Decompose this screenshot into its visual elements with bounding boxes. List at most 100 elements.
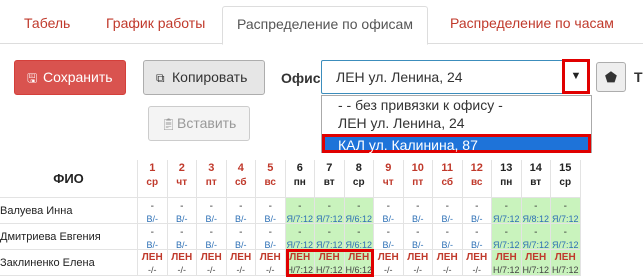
office-select-arrow[interactable]: ▼ — [562, 59, 590, 94]
schedule-cell[interactable]: ЛЕН Н/6:12 — [344, 250, 374, 276]
schedule-cell[interactable]: - В/- — [138, 224, 168, 250]
schedule-cell[interactable]: - В/- — [433, 198, 463, 224]
schedule-cell[interactable]: ЛЕН Н/7:12 — [492, 250, 522, 276]
cell-schedule: -/- — [207, 265, 216, 275]
day-number: 10 — [411, 162, 424, 174]
schedule-cell[interactable]: - В/- — [167, 224, 197, 250]
office-select[interactable]: ЛЕН ул. Ленина, 24 — [321, 60, 590, 94]
schedule-cell[interactable]: - В/- — [374, 198, 404, 224]
schedule-cell[interactable]: ЛЕН -/- — [256, 250, 286, 276]
day-number: 1 — [149, 162, 156, 174]
cell-schedule: Я/6:12 — [345, 240, 373, 250]
schedule-cell[interactable]: - Я/8:12 — [521, 198, 551, 224]
day-of-week: ср — [352, 177, 365, 188]
day-column-header: 2 чт — [167, 160, 197, 198]
cell-office: - — [239, 227, 243, 238]
schedule-cell[interactable]: - В/- — [403, 198, 433, 224]
schedule-cell[interactable]: - В/- — [256, 198, 286, 224]
day-number: 8 — [355, 162, 362, 174]
schedule-cell[interactable]: - Я/7:12 — [315, 198, 345, 224]
cell-office: - — [357, 227, 361, 238]
schedule-cell[interactable]: - В/- — [197, 224, 227, 250]
day-of-week: сб — [234, 177, 247, 188]
schedule-cell[interactable]: - Я/7:12 — [551, 198, 581, 224]
tab-bar: Табель График работы Распределение по оф… — [0, 0, 643, 45]
day-number: 14 — [529, 162, 542, 174]
schedule-cell[interactable]: ЛЕН Н/7:12 — [521, 250, 551, 276]
cell-office: ЛЕН — [348, 252, 370, 263]
schedule-cell[interactable]: - В/- — [433, 224, 463, 250]
cell-schedule: -/- — [472, 265, 482, 275]
cell-schedule: Н/6:12 — [345, 265, 373, 275]
schedule-cell[interactable]: - В/- — [167, 198, 197, 224]
cell-schedule: Я/7:12 — [551, 240, 579, 250]
schedule-cell[interactable]: ЛЕН -/- — [433, 250, 463, 276]
floppy-disk-icon: 🖫 — [27, 71, 38, 85]
day-of-week: пн — [293, 177, 306, 188]
schedule-cell[interactable]: - В/- — [256, 224, 286, 250]
cell-office: ЛЕН — [230, 252, 252, 263]
schedule-cell[interactable]: - В/- — [462, 224, 492, 250]
schedule-cell[interactable]: - В/- — [197, 198, 227, 224]
tab-hours-distribution[interactable]: Распределение по часам — [436, 6, 628, 44]
cell-schedule: В/- — [205, 240, 217, 250]
clear-office-button[interactable]: ⬟ — [596, 62, 626, 92]
schedule-cell[interactable]: - Я/7:12 — [285, 198, 315, 224]
schedule-cell[interactable]: ЛЕН -/- — [167, 250, 197, 276]
schedule-cell[interactable]: - В/- — [226, 198, 256, 224]
cell-office: ЛЕН — [377, 252, 399, 263]
tab-office-distribution[interactable]: Распределение по офисам — [222, 6, 428, 45]
cell-office: - — [180, 227, 184, 238]
day-of-week: вс — [471, 177, 483, 188]
office-option-len[interactable]: ЛЕН ул. Ленина, 24 — [322, 115, 591, 132]
schedule-cell[interactable]: - Я/7:12 — [492, 224, 522, 250]
schedule-cell[interactable]: ЛЕН Н/7:12 — [551, 250, 581, 276]
save-button[interactable]: 🖫 Сохранить — [14, 60, 126, 95]
cell-schedule: В/- — [411, 214, 424, 224]
tab-work-schedule[interactable]: График работы — [92, 6, 219, 44]
office-option-none[interactable]: - - без привязки к офису - — [322, 97, 591, 114]
cell-schedule: Я/7:12 — [286, 214, 314, 224]
day-number: 15 — [559, 162, 572, 174]
schedule-cell[interactable]: - В/- — [403, 224, 433, 250]
schedule-cell[interactable]: ЛЕН Н/7:12 — [285, 250, 315, 276]
schedule-cell[interactable]: ЛЕН -/- — [462, 250, 492, 276]
day-number: 6 — [296, 162, 303, 174]
cell-office: - — [268, 201, 272, 212]
schedule-cell[interactable]: ЛЕН -/- — [197, 250, 227, 276]
schedule-cell[interactable]: - Я/6:12 — [344, 224, 374, 250]
cell-schedule: Я/6:12 — [345, 214, 373, 224]
schedule-cell[interactable]: - Я/7:12 — [521, 224, 551, 250]
schedule-cell[interactable]: - В/- — [374, 224, 404, 250]
paste-button[interactable]: 📋︎Вставить — [148, 106, 250, 141]
schedule-cell[interactable]: - Я/6:12 — [344, 198, 374, 224]
day-of-week: ср — [559, 177, 572, 188]
cell-office: - — [534, 201, 538, 212]
schedule-cell[interactable]: ЛЕН -/- — [374, 250, 404, 276]
copy-button[interactable]: ⧉ Копировать — [143, 60, 265, 95]
office-dropdown-list: - - без привязки к офису - ЛЕН ул. Ленин… — [321, 95, 592, 153]
schedule-cell[interactable]: - В/- — [462, 198, 492, 224]
schedule-cell[interactable]: ЛЕН -/- — [226, 250, 256, 276]
cell-schedule: В/- — [441, 214, 453, 224]
cell-schedule: Я/7:12 — [315, 240, 343, 250]
day-of-week: вт — [323, 177, 335, 188]
schedule-cell[interactable]: ЛЕН Н/7:12 — [315, 250, 345, 276]
office-option-kal[interactable]: КАЛ ул. Калинина, 87 — [322, 134, 591, 153]
cell-schedule: Н/7:12 — [492, 265, 520, 275]
schedule-cell[interactable]: - В/- — [138, 198, 168, 224]
schedule-cell[interactable]: - Я/7:12 — [551, 224, 581, 250]
day-of-week: чт — [382, 177, 394, 188]
schedule-cell[interactable]: - В/- — [226, 224, 256, 250]
cell-schedule: В/- — [470, 214, 483, 224]
schedule-cell[interactable]: ЛЕН -/- — [138, 250, 168, 276]
copy-button-label: Копировать — [172, 69, 248, 85]
employee-name: Дмитриева Евгения — [0, 224, 138, 250]
schedule-cell[interactable]: ЛЕН -/- — [403, 250, 433, 276]
cell-schedule: -/- — [443, 265, 452, 275]
schedule-cell[interactable]: - Я/7:12 — [492, 198, 522, 224]
schedule-cell[interactable]: - Я/7:12 — [285, 224, 315, 250]
day-column-header: 4 сб — [226, 160, 256, 198]
schedule-cell[interactable]: - Я/7:12 — [315, 224, 345, 250]
tab-tabel[interactable]: Табель — [10, 6, 84, 44]
